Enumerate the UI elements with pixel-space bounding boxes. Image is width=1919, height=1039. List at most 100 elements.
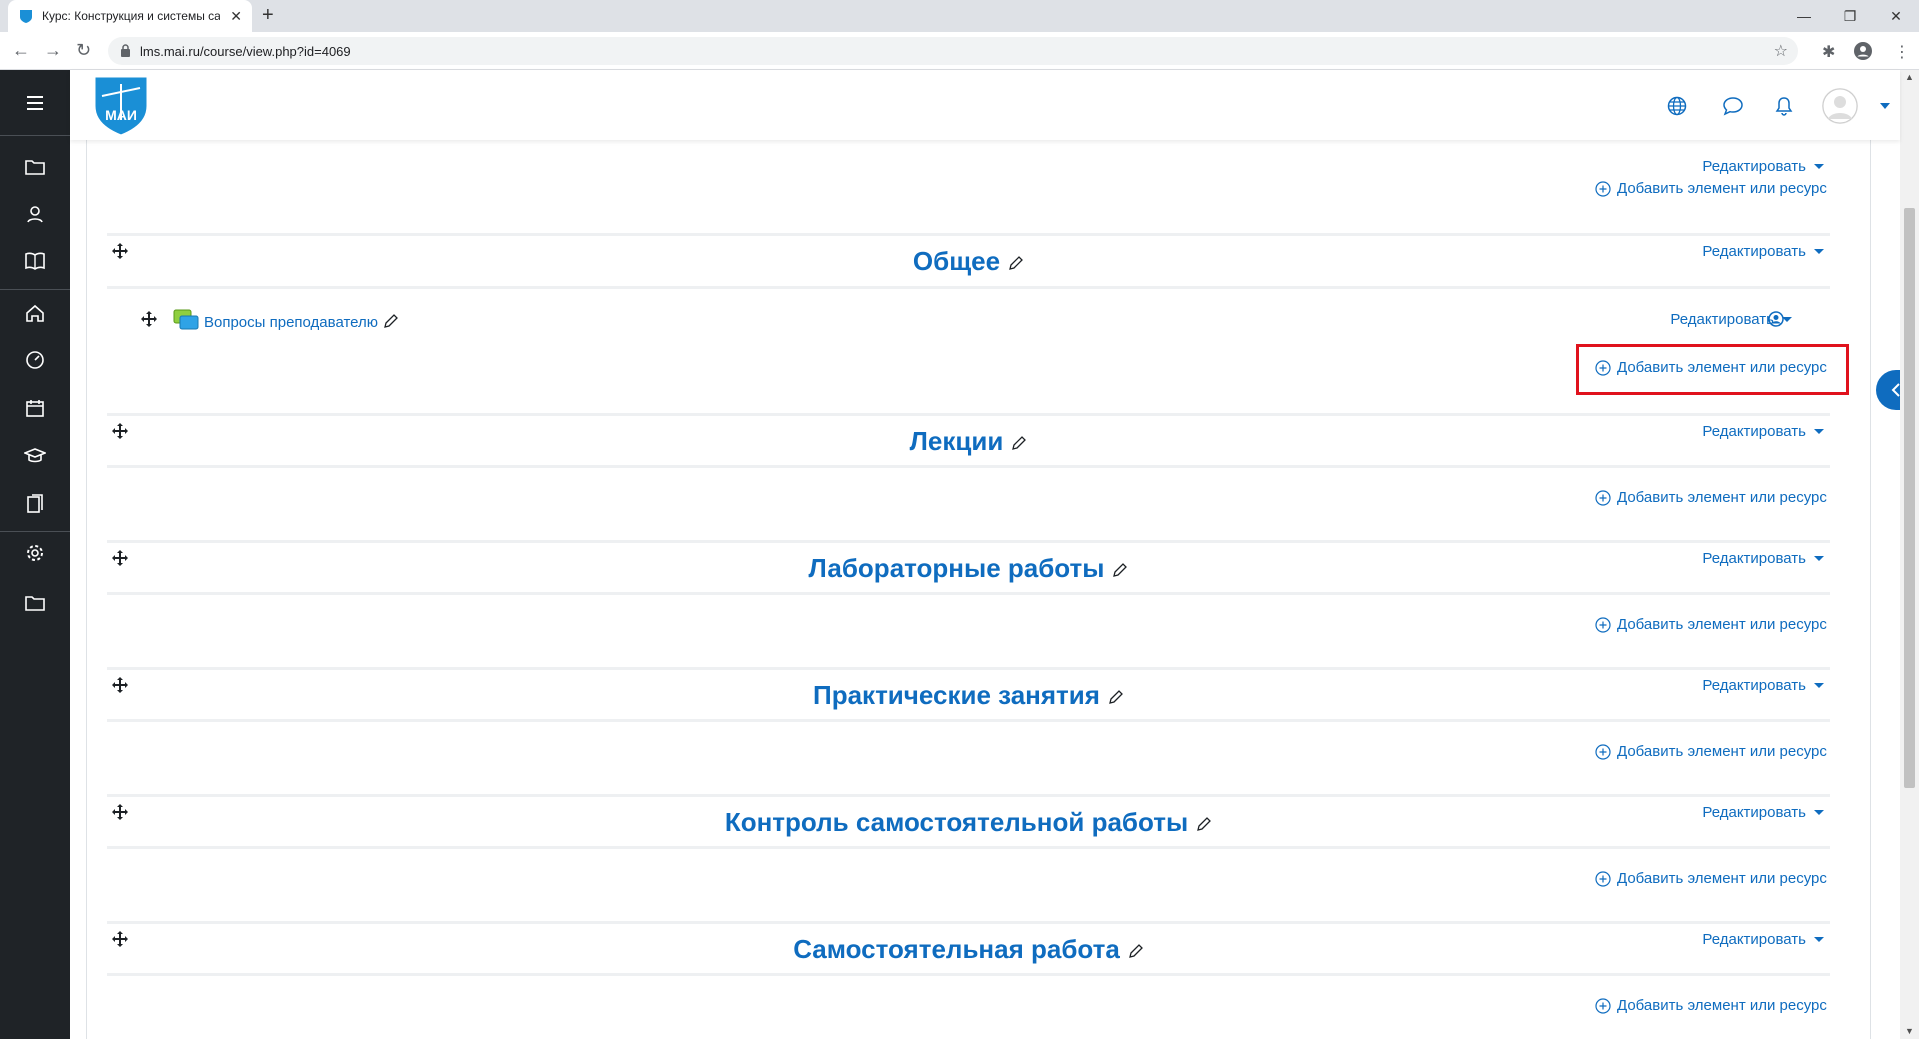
scrollbar-thumb[interactable] [1904,208,1915,788]
user-avatar[interactable] [1822,88,1858,124]
section-title-text[interactable]: Контроль самостоятельной работы [725,807,1188,837]
participants-icon[interactable] [0,194,70,234]
section-title[interactable]: Лабораторные работы [107,553,1830,584]
edit-pencil-icon[interactable] [1011,435,1027,451]
edit-menu-dropdown[interactable]: Редактировать [1702,804,1824,821]
notifications-bell-icon[interactable] [1775,96,1793,116]
scroll-up-icon[interactable]: ▲ [1905,72,1914,82]
folder-icon[interactable] [0,147,70,187]
nav-divider [0,135,70,136]
messages-icon[interactable] [1722,96,1744,116]
section-title[interactable]: Лекции [107,426,1830,457]
content-bank-icon[interactable] [0,484,70,524]
page-border-right [1870,140,1871,1039]
edit-pencil-icon[interactable] [1196,816,1212,832]
forum-icon [173,309,199,330]
chevron-down-icon [1814,937,1824,942]
add-resource-label: Добавить элемент или ресурс [1617,616,1827,633]
nav-divider [0,531,70,532]
add-activity-button[interactable]: Добавить элемент или ресурс [1595,180,1827,197]
address-bar[interactable]: lms.mai.ru/course/view.php?id=4069 ☆ [108,37,1798,65]
folder-icon[interactable] [0,583,70,623]
section-divider [107,286,1830,289]
browser-menu-icon[interactable]: ⋮ [1894,42,1910,62]
restore-icon[interactable]: ❐ [1827,0,1873,32]
tab-title: Курс: Конструкция и системы са [42,9,220,23]
highlight-box [1576,344,1849,395]
bookmark-star-icon[interactable]: ☆ [1774,41,1788,61]
add-activity-button[interactable]: Добавить элемент или ресурс [1595,870,1827,887]
mai-logo[interactable]: МАИ [88,72,154,138]
reload-icon[interactable]: ↻ [76,40,91,61]
page-scrollbar[interactable]: ▲ ▼ [1900,70,1919,1039]
section-title-text[interactable]: Самостоятельная работа [793,934,1120,964]
edit-menu-dropdown[interactable]: Редактировать [1702,158,1824,175]
chevron-down-icon [1814,556,1824,561]
edit-menu-dropdown[interactable]: Редактировать [1702,423,1824,440]
edit-label: Редактировать [1702,677,1806,694]
edit-pencil-icon[interactable] [383,313,399,329]
minimize-icon[interactable]: — [1781,0,1827,32]
gear-icon[interactable] [0,533,70,573]
section-title-text[interactable]: Лекции [910,426,1004,456]
section-divider [107,465,1830,468]
browser-tab[interactable]: Курс: Конструкция и системы са ✕ [8,0,252,32]
graduation-cap-icon[interactable] [0,436,70,476]
grades-book-icon[interactable] [0,241,70,281]
edit-label: Редактировать [1702,804,1806,821]
edit-pencil-icon[interactable] [1108,689,1124,705]
edit-menu-dropdown[interactable]: Редактировать [1702,677,1824,694]
extensions-icon[interactable]: ✱ [1822,42,1835,62]
edit-menu-dropdown[interactable]: Редактировать [1702,550,1824,567]
chevron-down-icon [1814,164,1824,169]
edit-pencil-icon[interactable] [1008,255,1024,271]
tab-close-icon[interactable]: ✕ [230,8,242,25]
add-resource-label: Добавить элемент или ресурс [1617,180,1827,197]
scroll-down-icon[interactable]: ▼ [1905,1026,1914,1036]
close-window-icon[interactable]: ✕ [1873,0,1919,32]
plus-circle-icon [1595,616,1611,633]
user-menu-caret-icon[interactable] [1880,103,1890,109]
section-divider [107,592,1830,595]
plus-circle-icon [1595,997,1611,1014]
section-title[interactable]: Контроль самостоятельной работы [107,807,1830,838]
add-resource-label: Добавить элемент или ресурс [1617,870,1827,887]
activity-link[interactable]: Вопросы преподавателю [204,314,378,331]
new-tab-icon[interactable]: + [262,4,274,27]
add-activity-button[interactable]: Добавить элемент или ресурс [1595,743,1827,760]
home-icon[interactable] [0,293,70,333]
add-resource-label: Добавить элемент или ресурс [1617,743,1827,760]
section-title-text[interactable]: Практические занятия [813,680,1100,710]
section-title-text[interactable]: Общее [913,246,1000,276]
language-globe-icon[interactable] [1667,96,1687,116]
add-resource-label: Добавить элемент или ресурс [1617,997,1827,1014]
section-title[interactable]: Практические занятия [107,680,1830,711]
move-handle-icon[interactable] [141,311,157,327]
section-divider [107,973,1830,976]
edit-pencil-icon[interactable] [1112,562,1128,578]
group-mode-icon[interactable] [1768,311,1784,327]
add-activity-button[interactable]: Добавить элемент или ресурс [1595,997,1827,1014]
profile-icon[interactable] [1854,42,1872,60]
dashboard-icon[interactable] [0,340,70,380]
section-title[interactable]: Самостоятельная работа [107,934,1830,965]
forward-icon[interactable]: → [44,40,62,61]
edit-label: Редактировать [1702,158,1806,175]
section-divider [107,667,1830,670]
svg-text:МАИ: МАИ [105,107,137,123]
plus-circle-icon [1595,870,1611,887]
add-activity-button[interactable]: Добавить элемент или ресурс [1595,616,1827,633]
section-title-text[interactable]: Лабораторные работы [809,553,1105,583]
edit-menu-dropdown[interactable]: Редактировать [1702,931,1824,948]
edit-menu-dropdown[interactable]: Редактировать [1702,243,1824,260]
chevron-down-icon [1814,249,1824,254]
add-activity-button[interactable]: Добавить элемент или ресурс [1595,489,1827,506]
back-icon[interactable]: ← [12,40,30,61]
hamburger-menu-icon[interactable] [0,83,70,123]
browser-tab-bar: Курс: Конструкция и системы са ✕ + — ❐ ✕ [0,0,1919,32]
edit-label: Редактировать [1670,311,1774,328]
edit-pencil-icon[interactable] [1128,943,1144,959]
chevron-down-icon [1814,683,1824,688]
calendar-icon[interactable] [0,388,70,428]
section-title[interactable]: Общее [107,246,1830,277]
